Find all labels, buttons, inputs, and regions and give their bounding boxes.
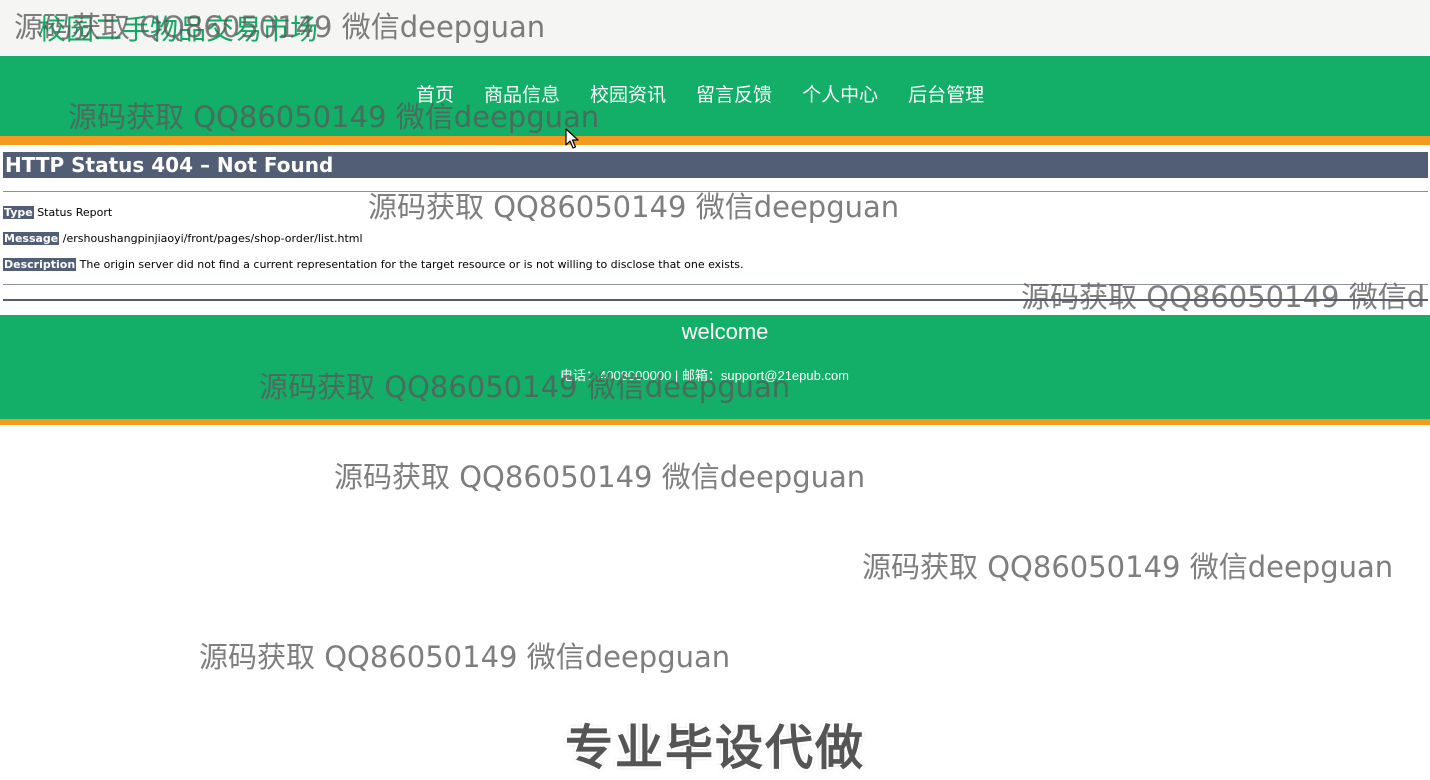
nav-item-profile[interactable]: 个人中心 xyxy=(802,80,878,107)
footer-contact: 电话：4008000000 | 邮箱：support@21epub.com xyxy=(560,368,850,383)
nav-item-news[interactable]: 校园资讯 xyxy=(590,80,666,107)
divider xyxy=(3,191,1428,192)
nav-item-admin[interactable]: 后台管理 xyxy=(908,80,984,107)
error-type-value: Status Report xyxy=(37,206,113,219)
site-header: 校园二手物品交易市场 xyxy=(0,0,1430,56)
site-footer: welcome 电话：4008000000 | 邮箱：support@21epu… xyxy=(0,315,1430,419)
footer-welcome: welcome xyxy=(681,319,769,344)
nav-item-feedback[interactable]: 留言反馈 xyxy=(696,80,772,107)
error-description-value: The origin server did not find a current… xyxy=(79,258,744,271)
watermark-text: 源码获取 QQ86050149 微信deepguan xyxy=(862,550,1394,584)
error-type-label: Type xyxy=(3,206,34,219)
site-title[interactable]: 校园二手物品交易市场 xyxy=(38,8,318,48)
error-title: HTTP Status 404 – Not Found xyxy=(3,152,1428,178)
nav-item-home[interactable]: 首页 xyxy=(416,80,454,107)
divider xyxy=(3,284,1428,285)
divider xyxy=(3,299,1428,301)
error-description-row: Description The origin server did not fi… xyxy=(3,258,744,272)
nav-list: 首页 商品信息 校园资讯 留言反馈 个人中心 后台管理 xyxy=(416,80,984,107)
error-description-label: Description xyxy=(3,258,77,271)
error-message-label: Message xyxy=(3,232,60,245)
nav-bottom-divider xyxy=(0,136,1430,145)
promo-banner: 专业毕设代做 xyxy=(564,720,865,776)
error-message-row: Message /ershoushangpinjiaoyi/front/page… xyxy=(3,232,363,246)
error-page: HTTP Status 404 – Not Found Type Status … xyxy=(0,145,1430,315)
nav-item-products[interactable]: 商品信息 xyxy=(484,80,560,107)
mouse-cursor-icon xyxy=(565,128,579,149)
error-message-value: /ershoushangpinjiaoyi/front/pages/shop-o… xyxy=(62,232,363,245)
watermark-text: 源码获取 QQ86050149 微信deepguan xyxy=(334,460,866,494)
error-type-row: Type Status Report xyxy=(3,206,112,220)
watermark-text: 源码获取 QQ86050149 微信deepguan xyxy=(199,640,731,674)
footer-bottom-divider xyxy=(0,419,1430,425)
main-nav: 首页 商品信息 校园资讯 留言反馈 个人中心 后台管理 xyxy=(0,56,1430,136)
